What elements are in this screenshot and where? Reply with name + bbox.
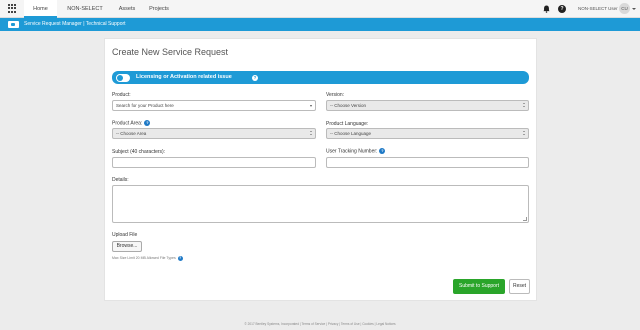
product-select[interactable]: Search for your Product here — [112, 100, 316, 111]
subject-label: Subject (40 characters): — [112, 149, 166, 155]
help-icon[interactable]: ? — [252, 74, 258, 81]
chevron-down-icon[interactable] — [632, 8, 636, 10]
version-value: -- Choose Version — [330, 103, 367, 108]
tab-account[interactable]: NON-SELECT Account — [60, 0, 110, 30]
licensing-toggle-bar: Licensing or Activation related issue ? — [112, 71, 529, 84]
browse-button[interactable]: Browse... — [112, 241, 142, 252]
bell-icon[interactable] — [543, 5, 550, 13]
product-area-label-wrap: Product Area:? — [112, 120, 151, 127]
help-icon[interactable]: ? — [379, 148, 386, 154]
help-icon[interactable]: ? — [177, 255, 183, 261]
sort-up-icon — [523, 103, 525, 104]
tab-assets[interactable]: Assets — [116, 0, 138, 18]
help-icon[interactable]: ? — [144, 120, 151, 126]
max-size-text: Max Size Limit 20 MB Allowed File Types — [112, 256, 176, 260]
app-launcher-icon[interactable] — [8, 4, 17, 13]
chevron-down-icon — [310, 104, 312, 107]
licensing-label: Licensing or Activation related issue — [136, 74, 232, 80]
service-request-logo-icon — [8, 21, 19, 28]
tab-projects[interactable]: Projects — [146, 0, 172, 18]
product-language-select[interactable]: -- Choose Language — [326, 128, 529, 139]
subject-input[interactable] — [112, 157, 316, 168]
product-language-label: Product Language: — [326, 121, 369, 127]
footer-text: © 2017 Bentley Systems, Incorporated | T… — [244, 322, 396, 326]
version-select[interactable]: -- Choose Version — [326, 100, 529, 111]
sort-down-icon — [523, 106, 525, 107]
service-request-form: Create New Service Request Licensing or … — [104, 38, 537, 301]
sort-up-icon — [523, 131, 525, 132]
product-area-value: -- Choose Area — [116, 131, 147, 136]
sort-up-icon — [310, 131, 312, 132]
help-icon[interactable]: ? — [558, 5, 566, 13]
reset-button[interactable]: Reset — [509, 279, 530, 294]
max-size-note: Max Size Limit 20 MB Allowed File Types? — [112, 255, 183, 261]
tracking-label-wrap: User Tracking Number:? — [326, 148, 386, 155]
sort-down-icon — [523, 134, 525, 135]
product-area-select[interactable]: -- Choose Area — [112, 128, 316, 139]
product-language-value: -- Choose Language — [330, 131, 372, 136]
avatar[interactable]: CU — [619, 3, 630, 14]
top-navigation: Home NON-SELECT Account Assets Projects … — [0, 0, 640, 30]
tab-home[interactable]: Home — [24, 0, 57, 18]
app-header-bar: Service Request Manager | Technical Supp… — [0, 18, 640, 31]
submit-button[interactable]: Submit to Support — [453, 279, 505, 294]
licensing-toggle[interactable] — [116, 73, 130, 82]
upload-label: Upload File — [112, 232, 138, 238]
details-textarea[interactable] — [112, 185, 529, 223]
user-name[interactable]: NON-SELECT User — [578, 0, 618, 18]
page-title: Create New Service Request — [112, 47, 229, 57]
app-title: Service Request Manager | Technical Supp… — [24, 21, 126, 27]
product-label: Product: — [112, 92, 131, 98]
sort-down-icon — [310, 134, 312, 135]
version-label: Version: — [326, 92, 345, 98]
product-placeholder: Search for your Product here — [116, 103, 174, 108]
details-label: Details: — [112, 177, 129, 183]
tracking-label: User Tracking Number: — [326, 148, 378, 155]
product-area-label: Product Area: — [112, 120, 143, 127]
resize-handle-icon[interactable] — [523, 217, 527, 221]
tracking-number-input[interactable] — [326, 157, 529, 168]
